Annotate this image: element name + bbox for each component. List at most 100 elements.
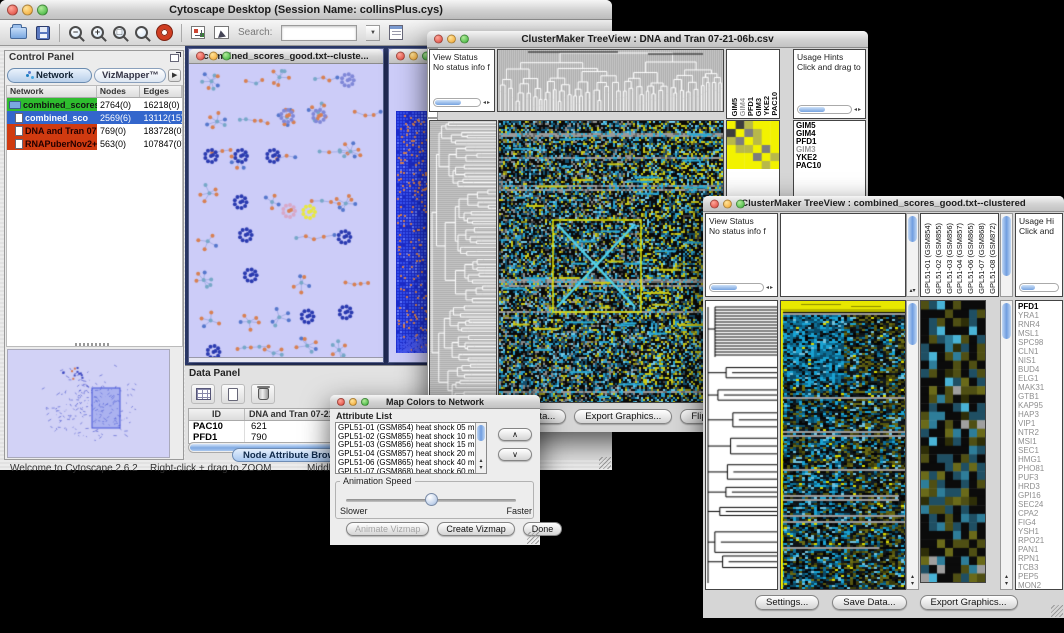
network-list-item[interactable]: DNA and Tran 07769(0)183728(0) <box>7 124 182 137</box>
main-window-titlebar[interactable]: Cytoscape Desktop (Session Name: collins… <box>0 0 612 20</box>
search-dropdown-button[interactable]: ▼ <box>366 25 380 41</box>
attribute-form-icon <box>389 25 403 40</box>
move-down-button[interactable]: ∨ <box>498 448 532 461</box>
vscrollbar[interactable]: ▴▾ <box>906 213 919 297</box>
scrollbar-thumb[interactable] <box>711 285 737 290</box>
network-list-item[interactable]: RNAPuberNov2+563(0)107847(0) <box>7 137 182 150</box>
float-panel-icon[interactable] <box>170 54 179 62</box>
scrollbar-thumb[interactable] <box>477 425 485 441</box>
window-controls <box>196 52 231 61</box>
network-hscrollbar[interactable] <box>189 357 383 362</box>
attribute-list-item[interactable]: GPL51-07 (GSM868) heat shock 60 min <box>338 468 474 474</box>
minimize-icon[interactable] <box>209 52 218 61</box>
settings-button[interactable]: Settings... <box>755 595 819 610</box>
zoom-window-icon[interactable] <box>361 398 369 406</box>
close-icon[interactable] <box>710 199 719 208</box>
scroll-arrows-icon[interactable]: ◂▸ <box>766 284 774 292</box>
zoom-window-icon[interactable] <box>460 35 469 44</box>
annotation-button[interactable] <box>214 23 229 43</box>
vscrollbar[interactable]: ▴▾ <box>906 300 919 590</box>
vscrollbar[interactable] <box>1000 213 1013 297</box>
column-dendrogram[interactable] <box>497 49 724 112</box>
save-data-button[interactable]: Save Data... <box>832 595 906 610</box>
network-list-item[interactable]: combined_sco2569(6)13112(15) <box>7 111 182 124</box>
tab-overflow-button[interactable]: ▶ <box>168 69 181 82</box>
create-vizmapbutton[interactable]: Create Vizmap <box>437 522 514 536</box>
save-session-button[interactable] <box>36 23 50 43</box>
scroll-arrows-icon[interactable]: ▴▾ <box>907 288 918 295</box>
resize-grip[interactable] <box>527 532 539 544</box>
status-welcome: Welcome to Cytoscape 2.6.2 <box>10 463 138 474</box>
minimize-icon[interactable] <box>409 52 418 61</box>
network-list-header[interactable]: NetworkNodesEdges <box>7 86 182 98</box>
search-input[interactable] <box>281 25 357 41</box>
delete-attribute-button[interactable] <box>251 384 275 404</box>
close-icon[interactable] <box>396 52 405 61</box>
zoom-out-button[interactable]: − <box>69 23 82 43</box>
treeview1-title: ClusterMaker TreeView : DNA and Tran 07-… <box>521 34 773 45</box>
scrollbar-thumb[interactable] <box>1002 303 1011 339</box>
vizmapper-button[interactable] <box>191 23 205 43</box>
help-button[interactable] <box>157 23 172 43</box>
scrollbar-thumb[interactable] <box>908 303 917 345</box>
network-list-item[interactable]: combined_scores2764(0)16218(0) <box>7 98 182 111</box>
tab-network[interactable]: Network <box>7 68 92 83</box>
scrollbar-thumb[interactable] <box>908 216 917 242</box>
close-icon[interactable] <box>337 398 345 406</box>
zoom-in-button[interactable]: + <box>91 23 104 43</box>
speed-slider-thumb[interactable] <box>425 493 438 506</box>
zoom-window-icon[interactable] <box>222 52 231 61</box>
new-attribute-button[interactable] <box>221 384 245 404</box>
scrollbar-thumb[interactable] <box>435 100 461 105</box>
network-view-canvas[interactable] <box>396 111 430 353</box>
gene-label: PUF3 <box>1018 473 1060 482</box>
scroll-arrows-icon[interactable]: ▴▾ <box>907 574 918 588</box>
row-dendrogram[interactable] <box>705 300 778 590</box>
network-view-canvas[interactable] <box>189 64 383 357</box>
close-icon[interactable] <box>434 35 443 44</box>
minimize-icon[interactable] <box>22 4 33 15</box>
column-dendrogram[interactable] <box>780 213 906 297</box>
select-attributes-button[interactable] <box>191 384 215 404</box>
treeview1-titlebar[interactable]: ClusterMaker TreeView : DNA and Tran 07-… <box>427 31 868 48</box>
zoom-fit-button[interactable]: □ <box>113 23 126 43</box>
network-window-titlebar[interactable]: combined_scores_good.txt--cluste... <box>189 49 383 64</box>
panel-splitter-grip[interactable] <box>75 343 111 346</box>
dialog-titlebar[interactable]: Map Colors to Network <box>330 395 540 409</box>
scroll-arrows-icon[interactable]: ◂▸ <box>483 99 491 107</box>
scrollbar-thumb[interactable] <box>799 107 825 112</box>
minimize-icon[interactable] <box>723 199 732 208</box>
open-session-button[interactable] <box>10 23 27 43</box>
export-graphics-button[interactable]: Export Graphics... <box>920 595 1018 610</box>
move-up-button[interactable]: ∧ <box>498 428 532 441</box>
birds-eye-view[interactable] <box>7 349 170 458</box>
scroll-arrows-icon[interactable]: ▴▾ <box>1001 574 1012 588</box>
close-icon[interactable] <box>196 52 205 61</box>
minimize-icon[interactable] <box>349 398 357 406</box>
network-list-rows: combined_scores2764(0)16218(0)combined_s… <box>7 98 182 150</box>
export-graphics-button[interactable]: Export Graphics... <box>574 409 672 424</box>
vscrollbar[interactable]: ▴▾ <box>1000 300 1013 590</box>
global-heatmap[interactable] <box>780 300 906 590</box>
scrollbar-thumb[interactable] <box>1021 285 1035 290</box>
treeview2-titlebar[interactable]: ClusterMaker TreeView : combined_scores_… <box>703 196 1064 212</box>
zoom-window-icon[interactable] <box>736 199 745 208</box>
scroll-arrows-icon[interactable]: ◂▸ <box>854 106 862 114</box>
attribute-list[interactable]: GPL51-01 (GSM854) heat shock 05 minGPL51… <box>335 422 487 474</box>
map-colors-dialog: Map Colors to Network Attribute List GPL… <box>330 395 540 545</box>
scrollbar-thumb[interactable] <box>1002 216 1011 276</box>
zoom-window-icon[interactable] <box>37 4 48 15</box>
resize-grip[interactable] <box>1051 605 1063 617</box>
row-dendrogram[interactable] <box>429 120 497 403</box>
birds-eye-canvas[interactable] <box>8 350 169 457</box>
resize-grip[interactable] <box>599 457 611 469</box>
global-heatmap[interactable] <box>498 120 724 403</box>
attribute-browser-button[interactable] <box>389 23 403 43</box>
window-controls <box>396 52 431 61</box>
minimize-icon[interactable] <box>447 35 456 44</box>
close-icon[interactable] <box>7 4 18 15</box>
tab-vizmapper[interactable]: VizMapper™ <box>94 68 166 83</box>
scroll-arrows-icon[interactable]: ▴▾ <box>476 458 486 472</box>
zoom-selected-button[interactable] <box>135 23 148 43</box>
zoom-heatmap[interactable] <box>920 300 986 583</box>
